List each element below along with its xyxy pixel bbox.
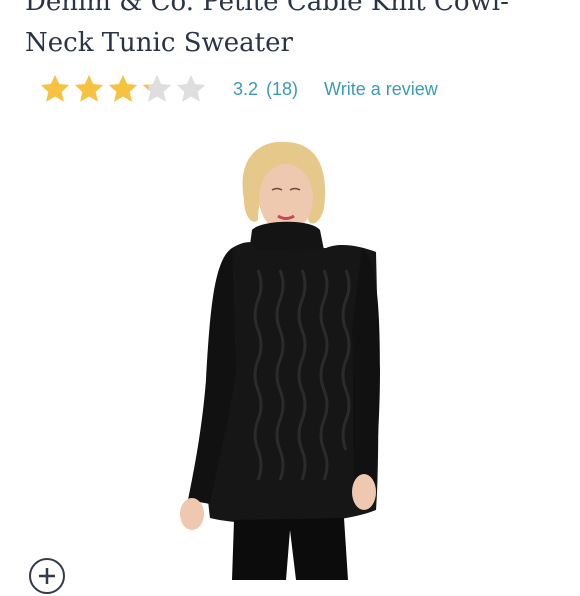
rating-row: 3.2 (18) Write a review	[38, 70, 438, 108]
star-icon-3	[108, 74, 138, 102]
write-review-link[interactable]: Write a review	[324, 79, 438, 100]
star-icon-4	[142, 74, 172, 102]
star-rating[interactable]	[38, 72, 208, 106]
rating-value: 3.2	[233, 78, 259, 99]
star-icon-5	[176, 74, 206, 102]
product-title: Denim & Co. Petite Cable Knit Cowl-Neck …	[25, 0, 509, 58]
star-icon-2	[74, 74, 104, 102]
product-photo[interactable]	[140, 130, 440, 580]
model-hand-right	[352, 474, 376, 510]
model-leggings	[232, 518, 348, 580]
star-icon-1	[40, 74, 70, 102]
zoom-in-button[interactable]	[29, 558, 65, 594]
model-hand-left	[180, 498, 204, 530]
review-count-link[interactable]: (18)	[266, 79, 298, 100]
zoom-in-icon	[39, 568, 55, 584]
